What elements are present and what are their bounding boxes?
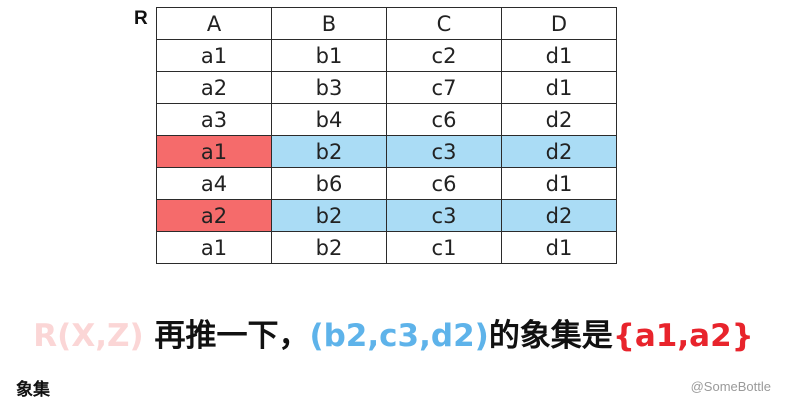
section-title: 象集 bbox=[16, 380, 50, 400]
cell-d: d2 bbox=[501, 103, 617, 136]
cell-a: a2 bbox=[156, 71, 272, 104]
cell-c: c7 bbox=[386, 71, 502, 104]
cell-b: b1 bbox=[271, 39, 387, 72]
caption-text: 再推一下， bbox=[143, 318, 310, 354]
caption-text-2: 的象集是 bbox=[488, 318, 613, 354]
table-row-highlighted: a1 b2 c3 d2 bbox=[156, 135, 617, 168]
cell-c: c6 bbox=[386, 167, 502, 200]
cell-d: d1 bbox=[501, 231, 617, 264]
watermark: @SomeBottle bbox=[690, 379, 771, 394]
header-row: A B C D bbox=[156, 7, 617, 40]
cell-b: b6 bbox=[271, 167, 387, 200]
caption-tuple: (b2,c3,d2) bbox=[309, 318, 489, 354]
cell-b: b2 bbox=[271, 231, 387, 264]
relation-table: A B C D a1 b1 c2 d1 a2 b3 c7 d1 a3 b4 c6… bbox=[156, 7, 617, 264]
cell-b: b3 bbox=[271, 71, 387, 104]
cell-d: d1 bbox=[501, 167, 617, 200]
cell-a: a1 bbox=[156, 231, 272, 264]
cell-a: a1 bbox=[156, 39, 272, 72]
image-set-caption: R(X,Z) 再推一下，(b2,c3,d2)的象集是{a1,a2} bbox=[0, 310, 787, 355]
cell-a: a4 bbox=[156, 167, 272, 200]
caption-relation: R(X,Z) bbox=[33, 318, 144, 354]
cell-c: c2 bbox=[386, 39, 502, 72]
table-row: a3 b4 c6 d2 bbox=[156, 103, 617, 136]
table-row: a1 b1 c2 d1 bbox=[156, 39, 617, 72]
cell-a-highlighted: a1 bbox=[156, 135, 272, 168]
cell-c-highlighted: c3 bbox=[386, 135, 502, 168]
cell-d: d1 bbox=[501, 39, 617, 72]
cell-b-highlighted: b2 bbox=[271, 135, 387, 168]
relation-name: R bbox=[134, 8, 148, 29]
cell-c-highlighted: c3 bbox=[386, 199, 502, 232]
cell-c: c6 bbox=[386, 103, 502, 136]
column-header-c: C bbox=[386, 7, 502, 40]
table-row: a1 b2 c1 d1 bbox=[156, 231, 617, 264]
cell-c: c1 bbox=[386, 231, 502, 264]
cell-b-highlighted: b2 bbox=[271, 199, 387, 232]
caption-result-set: {a1,a2} bbox=[612, 318, 754, 354]
table-row-highlighted: a2 b2 c3 d2 bbox=[156, 199, 617, 232]
column-header-b: B bbox=[271, 7, 387, 40]
table-row: a4 b6 c6 d1 bbox=[156, 167, 617, 200]
cell-d-highlighted: d2 bbox=[501, 135, 617, 168]
cell-b: b4 bbox=[271, 103, 387, 136]
cell-d: d1 bbox=[501, 71, 617, 104]
column-header-d: D bbox=[501, 7, 617, 40]
column-header-a: A bbox=[156, 7, 272, 40]
cell-a: a3 bbox=[156, 103, 272, 136]
table-row: a2 b3 c7 d1 bbox=[156, 71, 617, 104]
cell-d-highlighted: d2 bbox=[501, 199, 617, 232]
cell-a-highlighted: a2 bbox=[156, 199, 272, 232]
